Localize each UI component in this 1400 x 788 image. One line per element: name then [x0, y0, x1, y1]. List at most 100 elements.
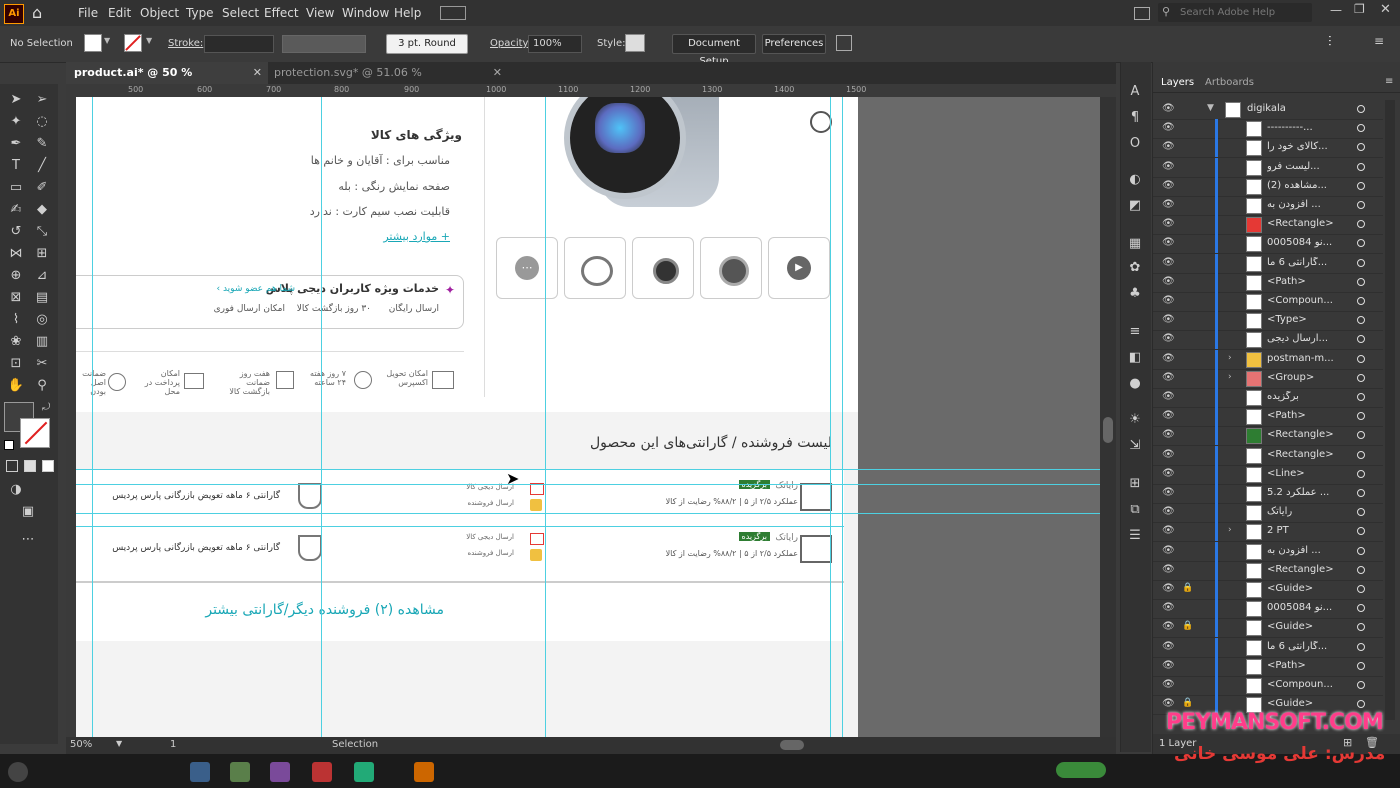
visibility-eye-icon[interactable]: 👁 — [1162, 564, 1175, 575]
target-circle-icon[interactable] — [1357, 508, 1365, 517]
target-circle-icon[interactable] — [1357, 201, 1365, 209]
lock-icon[interactable]: 🔒 — [1182, 621, 1193, 631]
chevron-right-icon[interactable]: › — [1228, 525, 1232, 535]
symbols-icon[interactable]: ♣ — [1125, 284, 1145, 304]
eyedropper-tool-icon[interactable]: ⌇ — [6, 310, 26, 330]
layer-row[interactable]: 👁 🔒 <Guide> — [1153, 618, 1383, 639]
graphic-styles-icon[interactable]: ☀ — [1125, 410, 1145, 430]
layer-row[interactable]: 👁 رایاتک — [1153, 503, 1383, 524]
gradient-mode-icon[interactable] — [24, 460, 36, 472]
visibility-eye-icon[interactable]: 👁 — [1162, 583, 1175, 594]
width-tool-icon[interactable]: ⋈ — [6, 244, 26, 264]
visibility-eye-icon[interactable]: 👁 — [1162, 641, 1175, 652]
default-colors-icon[interactable] — [4, 440, 14, 450]
visibility-eye-icon[interactable]: 👁 — [1162, 103, 1175, 114]
tab-layers[interactable]: Layers — [1161, 77, 1194, 88]
swap-colors-icon[interactable]: ⤾ — [42, 402, 50, 413]
curvature-tool-icon[interactable]: ✎ — [32, 134, 52, 154]
illustrator-logo[interactable]: Ai — [4, 4, 24, 24]
tab-product[interactable]: product.ai* @ 50 % (RGB/Preview) ✕ — [66, 62, 268, 101]
layer-row[interactable]: 👁 ----------... — [1153, 119, 1383, 140]
align-panel-icon[interactable]: ⊞ — [1125, 474, 1145, 494]
opentype-icon[interactable]: O — [1125, 134, 1145, 154]
layer-row[interactable]: 👁 افزودن به ... — [1153, 541, 1383, 562]
more-tools-icon[interactable]: ⋯ — [18, 530, 38, 550]
free-transform-tool-icon[interactable]: ⊞ — [32, 244, 52, 264]
layer-row[interactable]: 👁 ارسال دیجی... — [1153, 330, 1383, 351]
target-circle-icon[interactable] — [1357, 393, 1365, 401]
chevron-right-icon[interactable]: › — [1228, 372, 1232, 382]
visibility-eye-icon[interactable]: 👁 — [1162, 468, 1175, 479]
stroke-swatch[interactable] — [124, 34, 142, 52]
target-circle-icon[interactable] — [1357, 700, 1365, 709]
layer-row[interactable]: 👁 <Compoun... — [1153, 292, 1383, 312]
target-circle-icon[interactable] — [1357, 105, 1365, 113]
appearance-icon[interactable]: ● — [1125, 374, 1145, 394]
visibility-eye-icon[interactable]: 👁 — [1162, 237, 1175, 248]
target-circle-icon[interactable] — [1357, 431, 1365, 440]
shape-builder-tool-icon[interactable]: ⊕ — [6, 266, 26, 286]
visibility-eye-icon[interactable]: 👁 — [1162, 449, 1175, 460]
layer-row[interactable]: 👁 افزودن به ... — [1153, 196, 1383, 216]
menu-help[interactable]: Help — [394, 6, 421, 20]
target-circle-icon[interactable] — [1357, 258, 1365, 267]
screen-mode-icon[interactable]: ▣ — [18, 502, 38, 522]
export-icon[interactable]: ⇲ — [1125, 436, 1145, 456]
layer-row[interactable]: 👁 لیست فرو... — [1153, 157, 1383, 178]
zoom-tool-icon[interactable]: ⚲ — [32, 376, 52, 396]
visibility-eye-icon[interactable]: 👁 — [1162, 660, 1175, 671]
target-circle-icon[interactable] — [1357, 642, 1365, 651]
visibility-eye-icon[interactable]: 👁 — [1162, 180, 1175, 191]
layer-row[interactable]: 👁 ▼ digikala — [1153, 100, 1383, 120]
direct-selection-tool-icon[interactable]: ➢ — [32, 90, 52, 110]
target-circle-icon[interactable] — [1357, 565, 1365, 574]
menu-icon[interactable]: ≡ — [1374, 34, 1384, 48]
panel-toggle-icon[interactable] — [1134, 7, 1150, 20]
scale-tool-icon[interactable]: ⤡ — [32, 222, 52, 242]
search-field[interactable]: ⚲ Search Adobe Help — [1158, 3, 1312, 22]
layer-row[interactable]: 👁 <Rectangle> — [1153, 426, 1383, 447]
rotate-tool-icon[interactable]: ↺ — [6, 222, 26, 242]
stroke-color-swatch[interactable] — [20, 418, 50, 448]
layer-row[interactable]: 👁 › <Group> — [1153, 368, 1383, 389]
target-circle-icon[interactable] — [1357, 623, 1365, 632]
target-circle-icon[interactable] — [1357, 527, 1365, 536]
visibility-eye-icon[interactable]: 👁 — [1162, 545, 1175, 556]
layer-row[interactable]: 👁 0005084 نو... — [1153, 599, 1383, 620]
more-features-link[interactable]: + موارد بیشتر — [383, 230, 450, 243]
layer-row[interactable]: 👁 <Type> — [1153, 311, 1383, 332]
visibility-eye-icon[interactable]: 👁 — [1162, 487, 1175, 498]
document-setup-button[interactable]: Document Setup — [672, 34, 756, 67]
target-circle-icon[interactable] — [1357, 316, 1365, 325]
menu-select[interactable]: Select — [222, 6, 259, 20]
panel-scrollbar[interactable] — [1385, 100, 1395, 720]
taskbar-app-icon[interactable] — [190, 762, 210, 782]
visibility-eye-icon[interactable]: 👁 — [1162, 353, 1175, 364]
layer-row[interactable]: 👁 برگزیده — [1153, 388, 1383, 408]
visibility-eye-icon[interactable]: 👁 — [1162, 161, 1175, 172]
menu-file[interactable]: File — [78, 6, 98, 20]
target-circle-icon[interactable] — [1357, 239, 1365, 248]
blend-tool-icon[interactable]: ◎ — [32, 310, 52, 330]
symbol-sprayer-tool-icon[interactable]: ❀ — [6, 332, 26, 352]
menu-object[interactable]: Object — [140, 6, 179, 20]
target-circle-icon[interactable] — [1357, 681, 1365, 689]
visibility-eye-icon[interactable]: 👁 — [1162, 333, 1175, 344]
chevron-down-icon[interactable]: ▼ — [1207, 103, 1214, 113]
visibility-eye-icon[interactable]: 👁 — [1162, 391, 1175, 402]
stroke-dropdown-icon[interactable]: ▼ — [146, 36, 152, 45]
target-circle-icon[interactable] — [1357, 373, 1365, 382]
layer-row[interactable]: 👁 › 2 PT — [1153, 522, 1383, 543]
fill-dropdown-icon[interactable]: ▼ — [104, 36, 110, 45]
taskbar-app-icon[interactable] — [312, 762, 332, 782]
menu-edit[interactable]: Edit — [108, 6, 131, 20]
hand-tool-icon[interactable]: ✋ — [6, 376, 26, 396]
target-circle-icon[interactable] — [1357, 450, 1365, 459]
layer-row[interactable]: 👁 <Path> — [1153, 407, 1383, 428]
visibility-eye-icon[interactable]: 👁 — [1162, 410, 1175, 421]
taskbar-app-icon[interactable] — [230, 762, 250, 782]
pen-tool-icon[interactable]: ✒ — [6, 134, 26, 154]
visibility-eye-icon[interactable]: 👁 — [1162, 429, 1175, 440]
none-mode-icon[interactable] — [42, 460, 54, 472]
stroke-weight-field[interactable] — [204, 35, 274, 53]
